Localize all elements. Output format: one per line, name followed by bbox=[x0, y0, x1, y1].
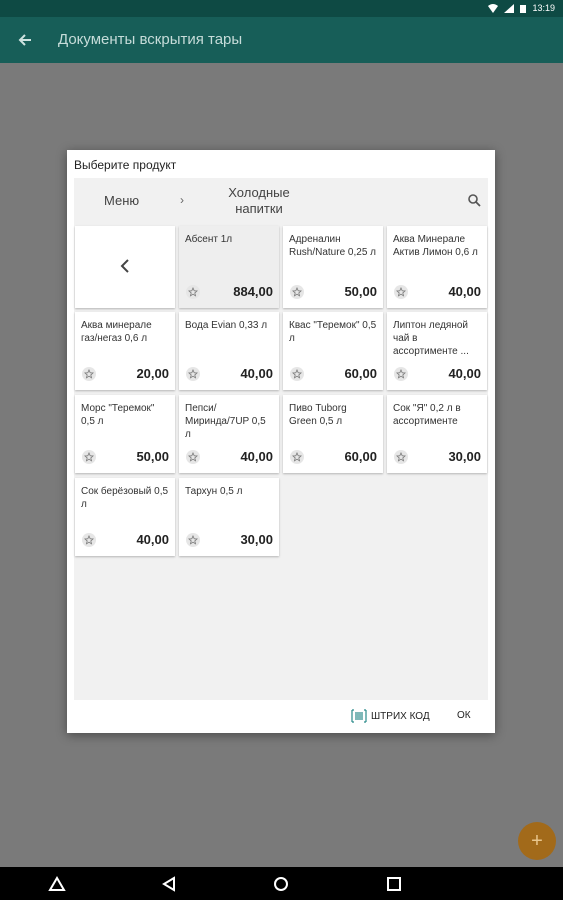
product-tile[interactable]: Пиво Tuborg Green 0,5 л 60,00 bbox=[283, 395, 383, 473]
product-tile[interactable]: Абсент 1л 884,00 bbox=[179, 226, 279, 308]
nav-recents-icon[interactable] bbox=[385, 875, 403, 893]
add-fab-button[interactable]: + bbox=[518, 822, 556, 860]
product-tile[interactable]: Сок берёзовый 0,5 л 40,00 bbox=[75, 478, 175, 556]
product-tile[interactable]: Аква минерале газ/негаз 0,6 л 20,00 bbox=[75, 312, 175, 390]
system-nav-bar bbox=[0, 867, 563, 900]
ok-button[interactable]: ОК bbox=[457, 710, 471, 721]
product-name: Квас "Теремок" 0,5 л bbox=[289, 320, 377, 344]
favorite-star-icon[interactable] bbox=[394, 285, 408, 299]
favorite-star-icon[interactable] bbox=[290, 450, 304, 464]
product-tile[interactable]: Вода Evian 0,33 л 40,00 bbox=[179, 312, 279, 390]
product-tile[interactable]: Квас "Теремок" 0,5 л 60,00 bbox=[283, 312, 383, 390]
signal-icon bbox=[504, 3, 515, 13]
product-price: 30,00 bbox=[448, 449, 481, 464]
nav-home-icon[interactable] bbox=[272, 875, 290, 893]
chevron-left-icon bbox=[120, 259, 129, 273]
product-name: Пепси/ Миринда/7UP 0,5 л bbox=[185, 403, 266, 440]
breadcrumb-menu[interactable]: Меню bbox=[104, 193, 139, 208]
product-name: Вода Evian 0,33 л bbox=[185, 320, 268, 331]
product-price: 60,00 bbox=[344, 449, 377, 464]
product-tile[interactable]: Липтон ледяной чай в ассортименте ... 40,… bbox=[387, 312, 487, 390]
barcode-label: ШТРИХ КОД bbox=[371, 710, 430, 722]
product-tile[interactable]: Морс "Теремок" 0,5 л 50,00 bbox=[75, 395, 175, 473]
breadcrumb-current-category: Холодные напитки bbox=[228, 185, 290, 216]
search-icon[interactable] bbox=[467, 193, 481, 207]
product-tile[interactable]: Тархун 0,5 л 30,00 bbox=[179, 478, 279, 556]
barcode-button[interactable]: ШТРИХ КОД bbox=[351, 709, 430, 723]
product-price: 60,00 bbox=[344, 366, 377, 381]
product-price: 30,00 bbox=[240, 532, 273, 547]
product-price: 20,00 bbox=[136, 366, 169, 381]
page-title: Документы вскрытия тары bbox=[58, 31, 243, 48]
favorite-star-icon[interactable] bbox=[186, 285, 200, 299]
favorite-star-icon[interactable] bbox=[82, 533, 96, 547]
favorite-star-icon[interactable] bbox=[290, 367, 304, 381]
status-bar: 13:19 bbox=[0, 0, 563, 17]
product-name: Сок берёзовый 0,5 л bbox=[81, 486, 169, 510]
product-name: Аква Минерале Актив Лимон 0,6 л bbox=[393, 234, 478, 258]
product-name: Адреналин Rush/Nature 0,25 л bbox=[289, 234, 376, 258]
product-price: 40,00 bbox=[240, 449, 273, 464]
favorite-star-icon[interactable] bbox=[82, 367, 96, 381]
product-price: 40,00 bbox=[136, 532, 169, 547]
dialog-footer: ШТРИХ КОД ОК bbox=[67, 700, 495, 733]
favorite-star-icon[interactable] bbox=[82, 450, 96, 464]
status-time: 13:19 bbox=[532, 3, 555, 13]
product-name: Морс "Теремок" 0,5 л bbox=[81, 403, 155, 427]
wifi-icon bbox=[488, 3, 499, 13]
nav-home-triangle-icon[interactable] bbox=[48, 875, 66, 893]
product-name: Пиво Tuborg Green 0,5 л bbox=[289, 403, 347, 427]
app-bar: Документы вскрытия тары bbox=[0, 17, 563, 63]
product-grid: Абсент 1л 884,00 Адреналин Rush/Nature 0,2… bbox=[74, 222, 488, 700]
product-price: 884,00 bbox=[233, 284, 273, 299]
favorite-star-icon[interactable] bbox=[186, 367, 200, 381]
product-name: Абсент 1л bbox=[185, 234, 233, 245]
product-name: Аква минерале газ/негаз 0,6 л bbox=[81, 320, 152, 344]
favorite-star-icon[interactable] bbox=[394, 367, 408, 381]
product-tile[interactable]: Адреналин Rush/Nature 0,25 л 50,00 bbox=[283, 226, 383, 308]
favorite-star-icon[interactable] bbox=[290, 285, 304, 299]
battery-icon bbox=[520, 4, 527, 13]
nav-back-icon[interactable] bbox=[160, 875, 178, 893]
product-price: 40,00 bbox=[448, 366, 481, 381]
product-tile[interactable]: Аква Минерале Актив Лимон 0,6 л 40,00 bbox=[387, 226, 487, 308]
product-price: 50,00 bbox=[136, 449, 169, 464]
product-name: Тархун 0,5 л bbox=[185, 486, 243, 497]
product-name: Липтон ледяной чай в ассортименте ... bbox=[393, 320, 469, 357]
product-price: 40,00 bbox=[240, 366, 273, 381]
product-price: 50,00 bbox=[344, 284, 377, 299]
category-breadcrumb: Меню › Холодные напитки bbox=[74, 178, 488, 222]
barcode-icon bbox=[351, 709, 367, 723]
dialog-title: Выберите продукт bbox=[74, 158, 177, 172]
back-tile[interactable] bbox=[75, 226, 175, 308]
favorite-star-icon[interactable] bbox=[394, 450, 408, 464]
product-tile[interactable]: Сок "Я" 0,2 л в ассортименте 30,00 bbox=[387, 395, 487, 473]
select-product-dialog: Выберите продукт Меню › Холодные напитки… bbox=[67, 150, 495, 733]
chevron-right-icon: › bbox=[180, 193, 184, 207]
back-arrow-icon[interactable] bbox=[14, 29, 36, 51]
product-tile[interactable]: Пепси/ Миринда/7UP 0,5 л 40,00 bbox=[179, 395, 279, 473]
favorite-star-icon[interactable] bbox=[186, 533, 200, 547]
favorite-star-icon[interactable] bbox=[186, 450, 200, 464]
product-name: Сок "Я" 0,2 л в ассортименте bbox=[393, 403, 461, 427]
product-price: 40,00 bbox=[448, 284, 481, 299]
